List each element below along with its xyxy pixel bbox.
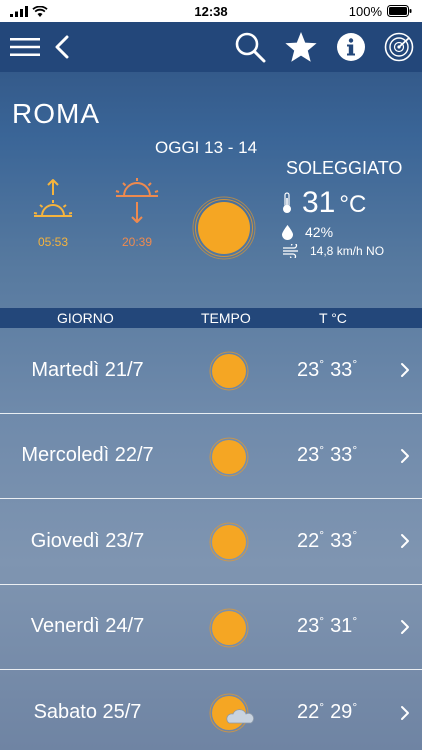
hamburger-icon[interactable]: [10, 37, 40, 57]
forecast-row[interactable]: Giovedì 23/7 22 ° 33 °: [0, 499, 422, 585]
wind-value: 14,8 km/h NO: [310, 244, 385, 258]
wind-icon: [283, 244, 298, 258]
forecast-temps: 23 ° 33 °: [297, 328, 363, 413]
degree: °: [352, 528, 358, 543]
forecast-column-header: GIORNO TEMPO T °C: [0, 308, 422, 328]
forecast-row[interactable]: Venerdì 24/7 23 ° 31 °: [0, 585, 422, 670]
sunset-icon: [115, 178, 159, 223]
temp-min: 23: [297, 358, 320, 381]
sunset-block: 20:39: [110, 178, 164, 249]
info-icon[interactable]: [336, 32, 366, 62]
temp-min: 23: [297, 615, 320, 638]
degree: °: [319, 699, 325, 714]
radar-icon[interactable]: [384, 32, 414, 62]
city-name: ROMA: [12, 98, 100, 129]
forecast-temps: 22 ° 29 °: [297, 670, 363, 750]
nav-left: [10, 35, 70, 59]
sun-icon: [191, 195, 257, 266]
degree: °: [352, 442, 358, 457]
thermometer-icon: [283, 192, 291, 213]
degree: °: [319, 528, 325, 543]
degree: °: [319, 357, 325, 372]
degree: °: [319, 613, 325, 628]
degree: °: [352, 613, 358, 628]
forecast-temps: 23 ° 33 °: [297, 414, 363, 499]
forecast-row[interactable]: Sabato 25/7 22 ° 29 °: [0, 670, 422, 750]
search-icon[interactable]: [234, 31, 266, 63]
sunrise-time: 05:53: [37, 235, 69, 249]
chevron-right-icon[interactable]: [400, 328, 410, 413]
chevron-right-icon[interactable]: [400, 414, 410, 499]
nav-right: [234, 22, 414, 72]
forecast-row[interactable]: Mercoledì 22/7 23 ° 33 °: [0, 414, 422, 499]
forecast-list: Martedì 21/7 23 ° 33 ° Mercoledì 22/7 23 ° …: [0, 328, 422, 750]
forecast-temps: 22 ° 33 °: [297, 499, 363, 584]
temp-max: 33: [330, 358, 353, 381]
wifi-icon: [32, 5, 48, 17]
chevron-right-icon[interactable]: [400, 585, 410, 670]
temp-min: 23: [297, 444, 320, 467]
current-temperature: 31 °C: [282, 186, 366, 220]
chevron-left-icon[interactable]: [54, 35, 70, 59]
sunset-time: 20:39: [121, 235, 153, 249]
status-right: 100%: [332, 4, 412, 19]
sun-icon: [209, 351, 249, 396]
forecast-day: Giovedì 23/7: [30, 529, 145, 552]
sun-cloud-icon: [209, 693, 257, 738]
degree: °: [352, 357, 358, 372]
status-time: 12:38: [194, 3, 228, 19]
status-left: [10, 5, 90, 17]
battery-icon: [387, 5, 412, 17]
current-weather-panel: ROMA OGGI 13 - 14 SOLEGGIATO 05:53 20:39…: [0, 72, 422, 308]
temp-min: 22: [297, 529, 320, 552]
sunrise-icon: [33, 179, 73, 217]
temp-max: 33: [330, 529, 353, 552]
column-temp: T °C: [319, 310, 347, 326]
sun-icon: [209, 437, 249, 482]
sun-icon: [209, 522, 249, 567]
sunrise-block: 05:53: [28, 178, 78, 249]
column-day: GIORNO: [57, 310, 114, 326]
degree: °: [319, 442, 325, 457]
forecast-temps: 23 ° 31 °: [297, 585, 363, 670]
forecast-row[interactable]: Martedì 21/7 23 ° 33 °: [0, 328, 422, 414]
today-label: OGGI 13 - 14: [155, 138, 258, 157]
temp-max: 33: [330, 444, 353, 467]
status-bar: 12:38 100%: [0, 0, 422, 22]
temperature-unit: °C: [339, 191, 367, 218]
chevron-right-icon[interactable]: [400, 670, 410, 750]
forecast-day: Mercoledì 22/7: [21, 444, 154, 467]
top-navbar: [0, 22, 422, 72]
chevron-right-icon[interactable]: [400, 499, 410, 584]
temp-max: 31: [330, 615, 353, 638]
temp-min: 22: [297, 701, 320, 724]
wind: 14,8 km/h NO: [282, 244, 384, 258]
star-icon[interactable]: [284, 31, 318, 63]
temp-max: 29: [330, 701, 353, 724]
temperature-value: 31: [302, 186, 336, 219]
humidity-value: 42%: [305, 224, 334, 240]
forecast-day: Sabato 25/7: [33, 701, 142, 724]
signal-icon: [10, 5, 28, 17]
sun-icon: [209, 608, 249, 653]
degree: °: [352, 699, 358, 714]
forecast-day: Martedì 21/7: [31, 358, 144, 381]
water-drop-icon: [282, 224, 293, 240]
battery-percent: 100%: [348, 3, 382, 19]
condition-label: SOLEGGIATO: [286, 158, 403, 178]
forecast-day: Venerdì 24/7: [30, 615, 145, 638]
column-weather: TEMPO: [201, 310, 251, 326]
humidity: 42%: [282, 224, 333, 240]
